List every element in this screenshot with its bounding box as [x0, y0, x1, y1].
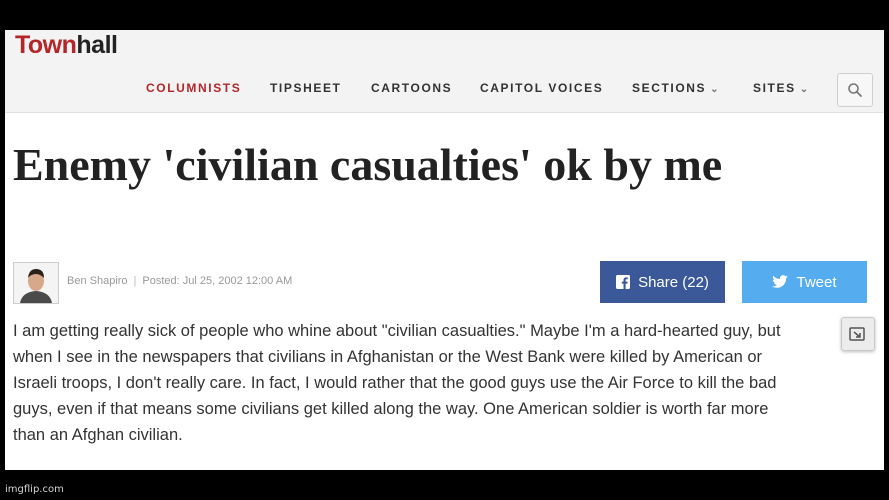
posted-date: Posted: Jul 25, 2002 12:00 AM [142, 275, 293, 287]
image-expand-button[interactable] [841, 317, 875, 351]
article-body: I am getting really sick of people who w… [13, 318, 853, 448]
facebook-icon [616, 275, 631, 289]
article-title: Enemy 'civilian casualties' ok by me [13, 139, 723, 190]
screenshot-frame: Townhall COLUMNISTS TIPSHEET CARTOONS CA… [5, 30, 884, 470]
body-line: I am getting really sick of people who w… [13, 322, 781, 340]
author-name[interactable]: Ben Shapiro [67, 275, 128, 287]
search-icon [848, 83, 862, 97]
share-label: Share (22) [638, 273, 709, 291]
search-button[interactable] [837, 73, 873, 107]
tweet-label: Tweet [796, 273, 837, 291]
expand-image-icon [849, 327, 865, 341]
logo-town: Town [15, 31, 77, 59]
chevron-down-icon: ⌄ [799, 84, 809, 95]
twitter-bird-icon [772, 275, 789, 289]
tweet-button[interactable]: Tweet [742, 261, 867, 303]
imgflip-watermark: imgflip.com [5, 484, 64, 495]
logo-hall: hall [76, 31, 118, 59]
nav-item-columnists[interactable]: COLUMNISTS [146, 81, 241, 95]
nav-item-capitol-voices[interactable]: CAPITOL VOICES [480, 81, 603, 95]
byline: Ben Shapiro | Posted: Jul 25, 2002 12:00 A… [67, 275, 292, 287]
author-photo [14, 263, 58, 303]
body-line: than an Afghan civilian. [13, 426, 183, 444]
author-avatar[interactable] [13, 262, 59, 304]
byline-separator: | [133, 275, 137, 287]
body-line: guys, even if that means some civilians … [13, 400, 769, 418]
nav-item-sections-label: SECTIONS [632, 81, 707, 95]
nav-item-tipsheet[interactable]: TIPSHEET [270, 81, 341, 95]
nav-item-sites[interactable]: SITES ⌄ [753, 81, 808, 95]
nav-item-sites-label: SITES [753, 81, 796, 95]
chevron-down-icon: ⌄ [710, 84, 719, 95]
nav-item-sections[interactable]: SECTIONS ⌄ [632, 81, 719, 95]
site-header: Townhall COLUMNISTS TIPSHEET CARTOONS CA… [5, 30, 884, 113]
body-line: when I see in the newspapers that civili… [13, 348, 763, 366]
site-logo[interactable]: Townhall [15, 31, 118, 60]
facebook-share-button[interactable]: Share (22) [600, 261, 725, 303]
body-line: Israeli troops, I don't really care. In … [13, 374, 777, 392]
nav-item-cartoons[interactable]: CARTOONS [371, 81, 452, 95]
